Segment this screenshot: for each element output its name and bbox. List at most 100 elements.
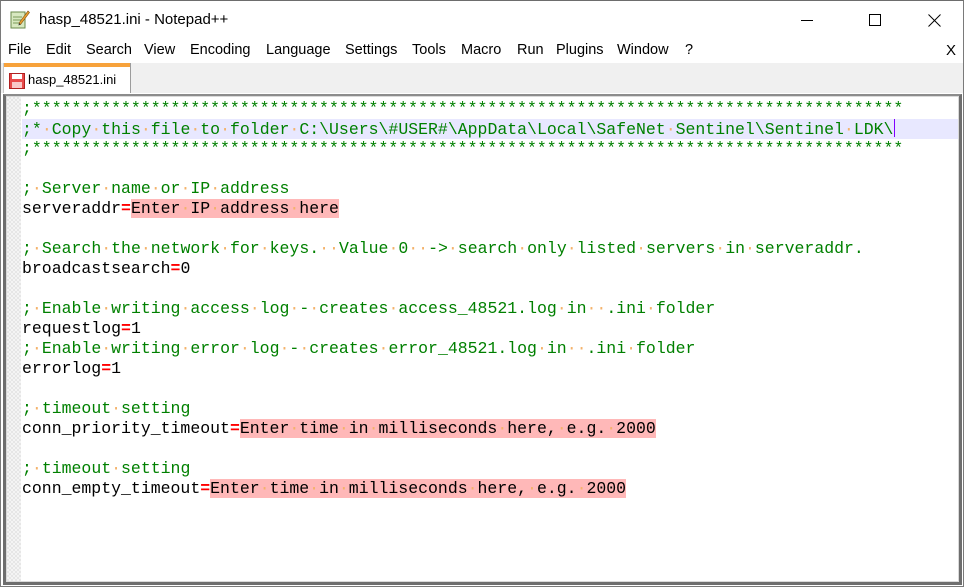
whitespace-marker: · — [586, 299, 597, 318]
code-area[interactable]: ;***************************************… — [22, 99, 958, 499]
setting-line[interactable]: broadcastsearch=0 — [22, 259, 958, 279]
menu-settings[interactable]: Settings — [345, 42, 397, 58]
title-bar[interactable]: hasp_48521.ini - Notepad++ — [1, 1, 963, 39]
whitespace-marker: · — [259, 239, 270, 258]
empty-line[interactable] — [22, 379, 958, 399]
whitespace-marker: · — [408, 239, 419, 258]
setting-key: requestlog — [22, 319, 122, 338]
menu-search[interactable]: Search — [86, 42, 132, 58]
unsaved-floppy-icon — [9, 73, 25, 89]
text-editor[interactable]: ;***************************************… — [3, 94, 962, 585]
setting-value: 0 — [180, 259, 191, 278]
menu-view[interactable]: View — [144, 42, 175, 58]
comment-text: ;*·Copy·this·file·to·folder·C:\Users\#US… — [22, 120, 894, 139]
assignment-operator: = — [121, 319, 131, 338]
notepadpp-app-icon — [10, 9, 30, 29]
setting-key: errorlog — [22, 359, 102, 378]
whitespace-marker: · — [596, 299, 607, 318]
whitespace-marker: · — [626, 339, 637, 358]
whitespace-marker: · — [180, 199, 191, 218]
menu-encoding[interactable]: Encoding — [190, 42, 250, 58]
setting-value: Enter·time·in·milliseconds·here,·e.g.·20… — [239, 419, 656, 438]
comment-text: ;·Enable·writing·access·log·-·creates·ac… — [22, 299, 716, 318]
whitespace-marker: · — [536, 339, 547, 358]
whitespace-marker: · — [289, 419, 300, 438]
comment-line[interactable]: ;·Server·name·or·IP·address — [22, 179, 958, 199]
whitespace-marker: · — [576, 479, 587, 498]
whitespace-marker: · — [527, 479, 537, 498]
close-document-button[interactable]: X — [946, 42, 956, 59]
whitespace-marker: · — [180, 179, 191, 198]
whitespace-marker: · — [140, 239, 151, 258]
whitespace-marker: · — [31, 459, 42, 478]
menu-macro[interactable]: Macro — [461, 42, 501, 58]
menu-tools[interactable]: Tools — [412, 42, 446, 58]
empty-line[interactable] — [22, 439, 958, 459]
whitespace-marker: · — [338, 479, 349, 498]
setting-line[interactable]: conn_priority_timeout=Enter·time·in·mill… — [22, 419, 958, 439]
menu-window[interactable]: Window — [617, 42, 669, 58]
whitespace-marker: · — [190, 120, 201, 139]
comment-line[interactable]: ;·timeout·setting — [22, 399, 958, 419]
maximize-icon — [869, 14, 881, 26]
whitespace-marker: · — [31, 339, 42, 358]
setting-line[interactable]: errorlog=1 — [22, 359, 958, 379]
empty-line[interactable] — [22, 219, 958, 239]
assignment-operator: = — [200, 479, 211, 498]
minimize-button[interactable] — [784, 1, 830, 39]
whitespace-marker: · — [517, 239, 528, 258]
comment-line[interactable]: ;·Enable·writing·access·log·-·creates·ac… — [22, 299, 958, 319]
menu-edit[interactable]: Edit — [46, 42, 71, 58]
comment-line[interactable]: ;·Search·the·network·for·keys.··Value·0·… — [22, 239, 958, 259]
whitespace-marker: · — [180, 299, 191, 318]
whitespace-marker: · — [566, 339, 577, 358]
whitespace-marker: · — [289, 299, 300, 318]
setting-line[interactable]: requestlog=1 — [22, 319, 958, 339]
maximize-button[interactable] — [852, 1, 898, 39]
comment-text: ;·Enable·writing·error·log·-·creates·err… — [22, 339, 696, 358]
close-icon — [927, 13, 941, 27]
comment-text: ;***************************************… — [22, 139, 904, 158]
comment-line[interactable]: ;***************************************… — [22, 99, 958, 119]
whitespace-marker: · — [645, 299, 656, 318]
whitespace-marker: · — [665, 120, 676, 139]
menu-help[interactable]: ? — [685, 42, 693, 58]
whitespace-marker: · — [31, 179, 42, 198]
setting-line[interactable]: conn_empty_timeout=Enter·time·in·millise… — [22, 479, 958, 499]
menu-run[interactable]: Run — [517, 42, 544, 58]
whitespace-marker: · — [299, 339, 310, 358]
menu-file[interactable]: File — [8, 42, 31, 58]
whitespace-marker: · — [101, 239, 112, 258]
assignment-operator: = — [170, 259, 181, 278]
whitespace-marker: · — [715, 239, 726, 258]
whitespace-marker: · — [309, 299, 320, 318]
text-caret — [894, 119, 896, 137]
menu-plugins[interactable]: Plugins — [556, 42, 604, 58]
fold-margin[interactable] — [7, 97, 21, 581]
comment-line[interactable]: ;·timeout·setting — [22, 459, 958, 479]
whitespace-marker: · — [101, 299, 112, 318]
comment-line[interactable]: ;***************************************… — [22, 139, 958, 159]
empty-line[interactable] — [22, 279, 958, 299]
setting-line[interactable]: serveraddr=Enter·IP·address·here — [22, 199, 958, 219]
whitespace-marker: · — [259, 479, 270, 498]
whitespace-marker: · — [556, 299, 567, 318]
empty-line[interactable] — [22, 159, 958, 179]
comment-text: ;·Search·the·network·for·keys.··Value·0·… — [22, 239, 864, 258]
whitespace-marker: · — [91, 120, 102, 139]
whitespace-marker: · — [111, 459, 122, 478]
close-button[interactable] — [911, 1, 957, 39]
assignment-operator: = — [101, 359, 112, 378]
setting-value: 1 — [130, 319, 141, 338]
comment-line[interactable]: ;*·Copy·this·file·to·folder·C:\Users\#US… — [22, 119, 958, 139]
setting-key: conn_priority_timeout — [22, 419, 230, 438]
menu-language[interactable]: Language — [266, 42, 331, 58]
comment-line[interactable]: ;·Enable·writing·error·log·-·creates·err… — [22, 339, 958, 359]
whitespace-marker: · — [289, 120, 300, 139]
whitespace-marker: · — [220, 239, 230, 258]
whitespace-marker: · — [41, 120, 52, 139]
whitespace-marker: · — [111, 399, 122, 418]
whitespace-marker: · — [329, 239, 339, 258]
tab-hasp-48521-ini[interactable]: hasp_48521.ini — [3, 63, 131, 93]
menu-bar: File Edit Search View Encoding Language … — [1, 39, 963, 63]
